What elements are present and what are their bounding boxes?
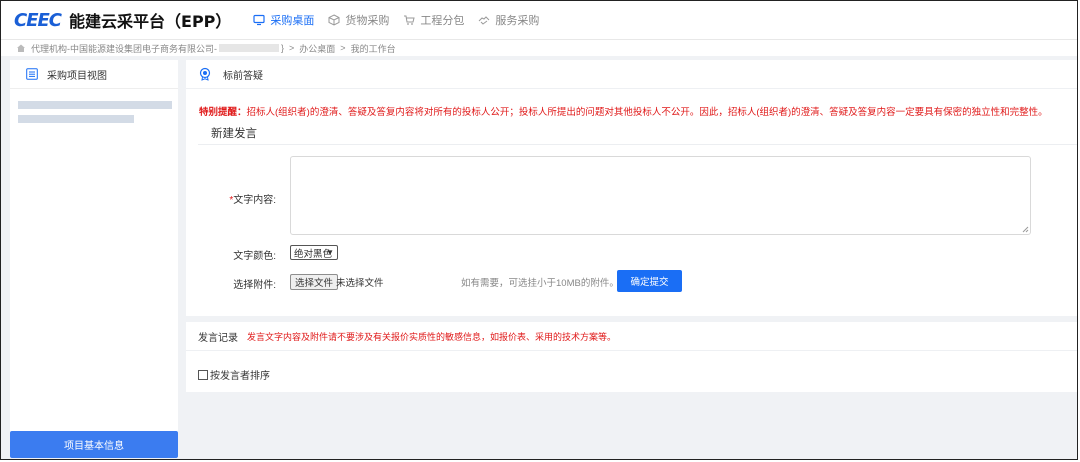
logo-mark: CEEC [14, 9, 62, 31]
panel-header: 标前答疑 [186, 60, 1077, 89]
nav-item-goods-procurement[interactable]: 货物采购 [328, 12, 389, 28]
text-content-input[interactable] [290, 156, 1031, 235]
special-notice: 特别提醒：招标人(组织者)的澄清、答疑及答复内容将对所有的投标人公开；投标人所提… [199, 104, 1048, 118]
breadcrumb-org-suffix: } [281, 43, 285, 53]
file-hint: 如有需要，可选挂小于10MB的附件。 [461, 278, 619, 289]
submit-button[interactable]: 确定提交 [617, 270, 682, 292]
file-status: 未选择文件 [336, 278, 384, 289]
nav-label: 工程分包 [420, 15, 465, 27]
breadcrumb-item-office-desktop[interactable]: 办公桌面 [299, 42, 335, 55]
new-post-title: 新建发言 [211, 128, 257, 140]
chevron-down-icon: ▼ [326, 248, 334, 257]
nav-label: 采购桌面 [270, 15, 315, 27]
sidebar: 采购项目视图 项目基本信息 [10, 60, 178, 458]
redacted-text [219, 44, 279, 52]
sidebar-header-label: 采购项目视图 [47, 70, 107, 82]
text-content-label: *文字内容: [229, 195, 276, 206]
chevron-right-icon: > [340, 43, 346, 53]
notice-text: 招标人(组织者)的澄清、答疑及答复内容将对所有的投标人公开；投标人所提出的问题对… [246, 107, 1048, 118]
post-records-panel: 发言记录 发言文字内容及附件请不要涉及有关报价实质性的敏感信息，如报价表、采用的… [186, 322, 1077, 392]
redacted-text [18, 101, 172, 109]
pre-bid-qa-panel: 标前答疑 特别提醒：招标人(组织者)的澄清、答疑及答复内容将对所有的投标人公开；… [186, 60, 1077, 316]
breadcrumb: 代理机构-中国能源建设集团电子商务有限公司- } > 办公桌面 > 我的工作台 [1, 40, 1077, 56]
app-title: 能建云采平台（EPP） [69, 12, 232, 31]
cube-icon [328, 14, 340, 26]
award-icon [199, 67, 211, 81]
resize-handle-icon[interactable] [1022, 226, 1029, 233]
checkbox[interactable] [198, 369, 208, 380]
logo[interactable]: CEEC 能建云采平台（EPP） [14, 8, 231, 32]
records-header: 发言记录 发言文字内容及附件请不要涉及有关报价实质性的敏感信息，如报价表、采用的… [186, 322, 1077, 351]
nav-label: 货物采购 [345, 15, 390, 27]
cart-icon [404, 15, 416, 25]
notice-label: 特别提醒： [199, 107, 247, 118]
sort-by-poster-checkbox[interactable]: 按发言者排序 [198, 367, 270, 382]
home-icon[interactable] [16, 43, 26, 53]
project-basic-info-button[interactable]: 项目基本信息 [10, 431, 178, 458]
redacted-text [18, 115, 134, 123]
sidebar-header: 采购项目视图 [10, 60, 178, 89]
panel-title: 标前答疑 [223, 70, 263, 82]
breadcrumb-org[interactable]: 代理机构-中国能源建设集团电子商务有限公司- [31, 42, 217, 55]
sidebar-project-item[interactable] [18, 101, 172, 123]
choose-file-button[interactable]: 选择文件 [290, 274, 339, 290]
breadcrumb-item-my-workbench[interactable]: 我的工作台 [351, 42, 396, 55]
list-icon [26, 68, 38, 80]
nav-item-engineering-subcontract[interactable]: 工程分包 [403, 12, 464, 28]
text-color-select[interactable]: 绝对黑色 ▼ [290, 245, 338, 260]
text-color-label: 文字颜色: [233, 251, 276, 262]
sort-by-poster-label: 按发言者排序 [210, 371, 270, 382]
nav-label: 服务采购 [495, 15, 540, 27]
main-nav: 采购桌面 货物采购 工程分包 服务采购 [253, 12, 553, 28]
divider [198, 144, 1077, 145]
chevron-right-icon: > [289, 43, 295, 53]
nav-item-procurement-desktop[interactable]: 采购桌面 [253, 12, 314, 28]
top-navigation-bar: CEEC 能建云采平台（EPP） 采购桌面 货物采购 工程分包 服务采购 [1, 1, 1077, 40]
records-warning: 发言文字内容及附件请不要涉及有关报价实质性的敏感信息，如报价表、采用的技术方案等… [247, 331, 617, 342]
records-title: 发言记录 [198, 332, 238, 344]
nav-item-service-procurement[interactable]: 服务采购 [478, 12, 539, 28]
handshake-icon [479, 16, 490, 25]
monitor-icon [253, 14, 266, 26]
attachment-label: 选择附件: [233, 280, 276, 291]
